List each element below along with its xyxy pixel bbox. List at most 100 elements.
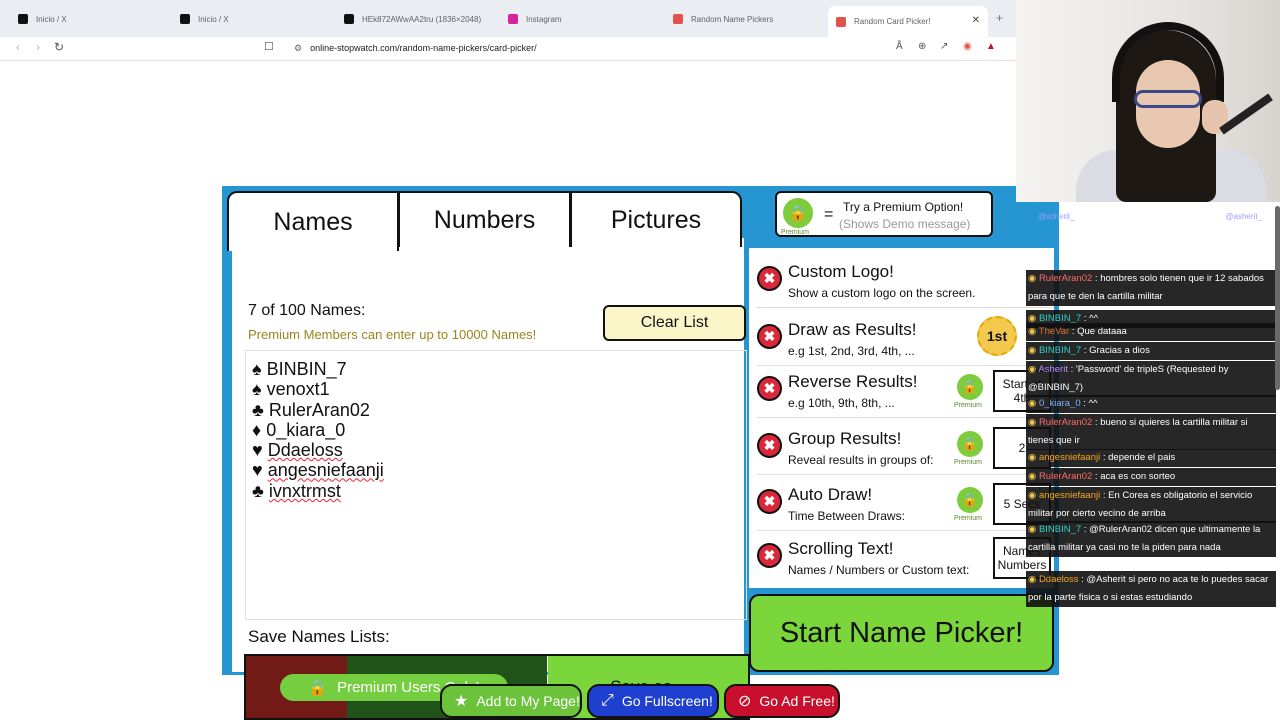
- option-auto-draw[interactable]: ✖ Auto Draw! Time Between Draws: 🔒 Premi…: [757, 479, 1054, 531]
- badge-icon: ◉: [1028, 326, 1039, 337]
- suit-icon: ♣: [252, 399, 264, 420]
- browser-tab[interactable]: Inicio / X: [180, 8, 330, 30]
- options-panel: ✖ Custom Logo! Show a custom logo on the…: [749, 248, 1054, 588]
- x-icon[interactable]: ✖: [757, 543, 782, 568]
- chat-username: BINBIN_7: [1038, 524, 1082, 535]
- badge-icon: ◉: [1028, 345, 1039, 356]
- chat-username: BINBIN_7: [1038, 345, 1082, 356]
- x-icon[interactable]: ✖: [757, 266, 782, 291]
- suit-icon: ♣: [252, 480, 264, 501]
- option-scrolling-text[interactable]: ✖ Scrolling Text! Names / Numbers or Cus…: [757, 533, 1054, 585]
- new-tab-icon[interactable]: +: [996, 11, 1003, 25]
- forward-icon[interactable]: ›: [36, 40, 40, 54]
- chat-username: Asherit: [1038, 364, 1068, 375]
- chat-header: @soherit_ @asherit_: [1026, 210, 1280, 226]
- chat-username: RulerAran02: [1038, 471, 1093, 482]
- names-panel: 7 of 100 Names: Premium Members can ente…: [232, 238, 750, 720]
- x-icon[interactable]: ✖: [757, 324, 782, 349]
- x-favicon-icon: [344, 14, 354, 24]
- tab-title: Instagram: [526, 14, 562, 24]
- browser-tab-strip: Inicio / X Inicio / X HEk872AWwAA2tru (1…: [0, 0, 1016, 37]
- chat-message: ◉ angesniefaanji : depende el pais: [1026, 449, 1276, 467]
- option-title: Custom Logo!: [788, 262, 894, 281]
- list-item: ♠ venoxt1: [252, 379, 740, 399]
- option-title: Draw as Results!: [788, 320, 917, 339]
- site-settings-icon[interactable]: ⚙: [294, 43, 302, 54]
- no-ads-icon: ⊘: [738, 693, 752, 710]
- add-to-page-label: Add to My Page!: [476, 693, 580, 709]
- tab-title: Inicio / X: [198, 14, 229, 24]
- chat-username: RulerAran02: [1038, 417, 1093, 428]
- names-list-input[interactable]: ♠ BINBIN_7 ♠ venoxt1 ♣ RulerAran02 ♦ 0_k…: [245, 350, 747, 620]
- chat-text: : aca es con sorteo: [1092, 471, 1176, 482]
- tab-title: HEk872AWwAA2tru (1836×2048): [362, 14, 482, 24]
- name-text: BINBIN_7: [266, 359, 347, 379]
- chat-user: @soherit_: [1038, 212, 1075, 221]
- ad-free-label: Go Ad Free!: [759, 693, 835, 709]
- browser-tab[interactable]: Instagram: [508, 8, 658, 30]
- browser-tab-active[interactable]: Random Card Picker! ✕: [828, 6, 988, 37]
- stream-chat-overlay: @soherit_ @asherit_ ◉ RulerAran02 : homb…: [1026, 206, 1280, 616]
- share-icon[interactable]: ↗: [940, 41, 948, 52]
- list-item: ♣ ivnxtrmst: [252, 481, 740, 501]
- extension-icon[interactable]: ▲: [986, 41, 996, 52]
- option-title: Auto Draw!: [788, 485, 873, 504]
- instagram-favicon-icon: [508, 14, 518, 24]
- x-favicon-icon: [18, 14, 28, 24]
- add-to-page-button[interactable]: ★ Add to My Page!: [440, 684, 582, 718]
- option-draw-as-results[interactable]: ✖ Draw as Results! e.g 1st, 2nd, 3rd, 4t…: [757, 314, 1054, 366]
- close-tab-icon[interactable]: ✕: [972, 15, 980, 26]
- x-icon[interactable]: ✖: [757, 433, 782, 458]
- save-lists-title: Save Names Lists:: [248, 627, 390, 646]
- option-custom-logo[interactable]: ✖ Custom Logo! Show a custom logo on the…: [757, 256, 1054, 308]
- chat-text: : Que dataaa: [1069, 326, 1127, 337]
- chat-scrollbar[interactable]: [1275, 206, 1280, 390]
- x-icon[interactable]: ✖: [757, 489, 782, 514]
- premium-option-banner[interactable]: 🔒 Premium = Try a Premium Option! (Shows …: [775, 191, 993, 237]
- extension-icon[interactable]: ◉: [963, 41, 972, 52]
- bookmark-icon[interactable]: ☐: [264, 40, 274, 53]
- badge-icon: ◉: [1028, 417, 1039, 428]
- badge-icon: ◉: [1028, 524, 1039, 535]
- browser-tab[interactable]: Inicio / X: [18, 8, 168, 30]
- lock-icon: 🔒: [957, 487, 983, 513]
- reload-icon[interactable]: ↻: [54, 40, 64, 54]
- badge-icon: ◉: [1028, 574, 1039, 585]
- ad-free-button[interactable]: ⊘ Go Ad Free!: [724, 684, 840, 718]
- clear-list-button[interactable]: Clear List: [603, 305, 746, 341]
- x-icon[interactable]: ✖: [757, 376, 782, 401]
- badge-icon: ◉: [1028, 490, 1039, 501]
- tab-numbers[interactable]: Numbers: [398, 191, 571, 247]
- badge-icon: ◉: [1028, 364, 1039, 375]
- option-subtitle: Show a custom logo on the screen.: [788, 286, 976, 300]
- chat-message: ◉ angesniefaanji : En Corea es obligator…: [1026, 487, 1276, 523]
- chat-username: Ddaeloss: [1038, 574, 1079, 585]
- chat-message: ◉ RulerAran02 : aca es con sorteo: [1026, 468, 1276, 486]
- chat-message: ◉ BINBIN_7 : Gracias a dios: [1026, 342, 1276, 360]
- start-name-picker-button[interactable]: Start Name Picker!: [749, 594, 1054, 672]
- badge-icon: ◉: [1028, 471, 1039, 482]
- back-icon[interactable]: ‹: [16, 40, 20, 54]
- suit-icon: ♦: [252, 419, 262, 440]
- option-title: Reverse Results!: [788, 372, 918, 391]
- url-field[interactable]: ⚙ online-stopwatch.com/random-name-picke…: [282, 38, 1002, 58]
- lock-icon: 🔒: [308, 679, 328, 697]
- translate-icon[interactable]: Å: [896, 41, 903, 52]
- premium-note: Premium Members can enter up to 10000 Na…: [248, 327, 537, 342]
- browser-tab[interactable]: Random Name Pickers: [673, 8, 823, 30]
- equals-sign: =: [824, 206, 834, 223]
- option-reverse-results[interactable]: ✖ Reverse Results! e.g 10th, 9th, 8th, .…: [757, 366, 1054, 418]
- list-item: ♠ BINBIN_7: [252, 359, 740, 379]
- zoom-icon[interactable]: ⊕: [918, 41, 926, 52]
- tab-names[interactable]: Names: [227, 191, 399, 251]
- lock-icon: 🔒: [957, 374, 983, 400]
- browser-tab[interactable]: HEk872AWwAA2tru (1836×2048): [344, 8, 494, 30]
- list-item: ♥ angesniefaanji: [252, 460, 740, 480]
- name-text: Ddaeloss: [267, 440, 343, 461]
- premium-banner-title: Try a Premium Option!: [843, 200, 964, 214]
- tab-pictures[interactable]: Pictures: [570, 191, 742, 247]
- option-subtitle: Reveal results in groups of:: [788, 453, 934, 467]
- fullscreen-button[interactable]: ⤢ Go Fullscreen!: [587, 684, 719, 718]
- lock-icon: 🔒: [957, 431, 983, 457]
- option-group-results[interactable]: ✖ Group Results! Reveal results in group…: [757, 423, 1054, 475]
